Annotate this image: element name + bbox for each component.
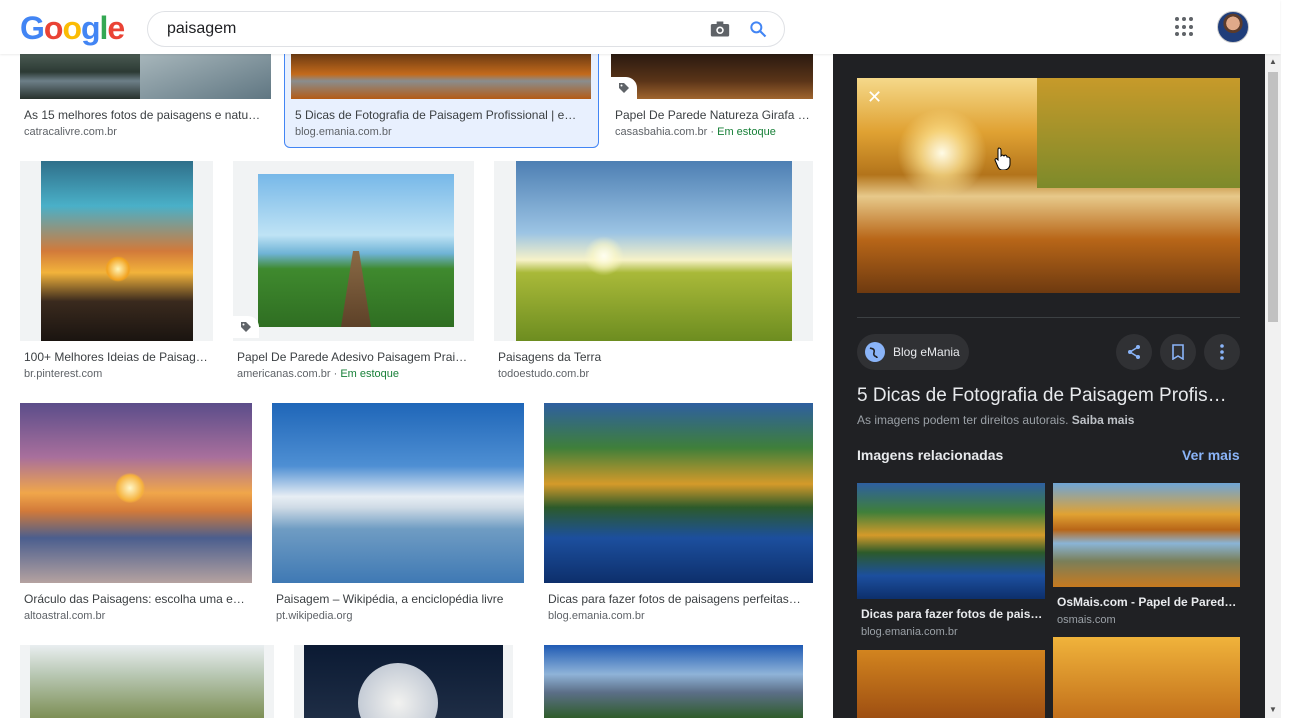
see-more-link[interactable]: Ver mais [1182, 447, 1240, 463]
scroll-up-icon[interactable]: ▲ [1269, 58, 1277, 66]
result-source: catracalivre.com.br [24, 126, 117, 138]
result-source: casasbahia.com.br · Em estoque [615, 126, 776, 138]
learn-more-link[interactable]: Saiba mais [1072, 413, 1135, 427]
scrollbar[interactable]: ▲ ▼ [1265, 54, 1281, 718]
result-caption[interactable]: Paisagem – Wikipédia, a enciclopédia liv… [276, 591, 522, 607]
result-image[interactable] [20, 645, 274, 718]
preview-title[interactable]: 5 Dicas de Fotografia de Paisagem Profis… [857, 384, 1240, 408]
preview-image[interactable] [857, 78, 1240, 293]
result-caption[interactable]: 100+ Melhores Ideias de Paisag… [24, 349, 210, 365]
result-image[interactable] [20, 161, 213, 341]
result-source: todoestudo.com.br [498, 368, 590, 380]
more-vert-icon [1220, 344, 1224, 360]
image-preview-panel: ✕ Blog eMania 5 Dicas de Fotografia de P… [833, 54, 1265, 718]
result-source: americanas.com.br · Em estoque [237, 368, 400, 380]
related-caption[interactable]: OsMais.com - Papel de Parede… [1057, 595, 1237, 609]
result-caption[interactable]: Papel De Parede Natureza Girafa … [615, 107, 811, 123]
hand-cursor-icon [994, 147, 1011, 170]
result-image[interactable] [294, 645, 513, 718]
result-image[interactable] [20, 54, 271, 99]
tag-icon [611, 77, 637, 99]
site-name: Blog eMania [893, 345, 960, 359]
result-image[interactable] [291, 54, 591, 99]
search-icon[interactable] [748, 19, 768, 39]
result-caption[interactable]: Oráculo das Paisagens: escolha uma e… [24, 591, 248, 607]
related-image[interactable] [857, 650, 1045, 718]
result-image[interactable] [272, 403, 524, 583]
top-bar: Google [0, 0, 1280, 54]
save-button[interactable] [1160, 334, 1196, 370]
scrollbar-thumb[interactable] [1268, 72, 1278, 322]
result-image[interactable] [544, 645, 803, 718]
close-icon[interactable]: ✕ [867, 88, 885, 106]
result-caption[interactable]: Paisagens da Terra [498, 349, 810, 365]
scroll-down-icon[interactable]: ▼ [1269, 706, 1277, 714]
apps-grid-icon[interactable] [1175, 17, 1195, 37]
result-source: blog.emania.com.br [295, 126, 392, 138]
more-options-button[interactable] [1204, 334, 1240, 370]
result-image[interactable] [611, 54, 813, 99]
tag-icon [233, 316, 259, 338]
result-source: pt.wikipedia.org [276, 610, 353, 622]
result-caption[interactable]: As 15 melhores fotos de paisagens e natu… [24, 107, 268, 123]
result-caption[interactable]: 5 Dicas de Fotografia de Paisagem Profis… [295, 107, 587, 123]
result-image[interactable] [20, 403, 252, 583]
search-input[interactable] [167, 12, 687, 46]
result-caption[interactable]: Papel De Parede Adesivo Paisagem Prai… [237, 349, 471, 365]
bookmark-icon [1172, 344, 1184, 360]
site-chip[interactable]: Blog eMania [857, 334, 969, 370]
search-box [147, 11, 785, 47]
related-heading: Imagens relacionadas [857, 447, 1004, 463]
related-image[interactable] [1053, 483, 1240, 587]
related-image[interactable] [857, 483, 1045, 599]
google-logo[interactable]: Google [20, 12, 125, 44]
result-source: br.pinterest.com [24, 368, 103, 380]
related-caption[interactable]: Dicas para fazer fotos de paisa… [861, 607, 1043, 621]
result-source: blog.emania.com.br [548, 610, 645, 622]
result-image[interactable] [544, 403, 813, 583]
related-image[interactable] [1053, 637, 1240, 718]
avatar[interactable] [1217, 11, 1249, 43]
result-source: altoastral.com.br [24, 610, 106, 622]
result-image[interactable] [233, 161, 474, 341]
related-source: osmais.com [1057, 614, 1116, 626]
copyright-notice: As imagens podem ter direitos autorais. … [857, 413, 1135, 427]
share-icon [1128, 345, 1140, 359]
globe-icon [865, 342, 885, 362]
divider [857, 317, 1240, 318]
result-image[interactable] [494, 161, 813, 341]
related-source: blog.emania.com.br [861, 626, 958, 638]
result-caption[interactable]: Dicas para fazer fotos de paisagens perf… [548, 591, 810, 607]
share-button[interactable] [1116, 334, 1152, 370]
camera-icon[interactable] [710, 20, 730, 38]
